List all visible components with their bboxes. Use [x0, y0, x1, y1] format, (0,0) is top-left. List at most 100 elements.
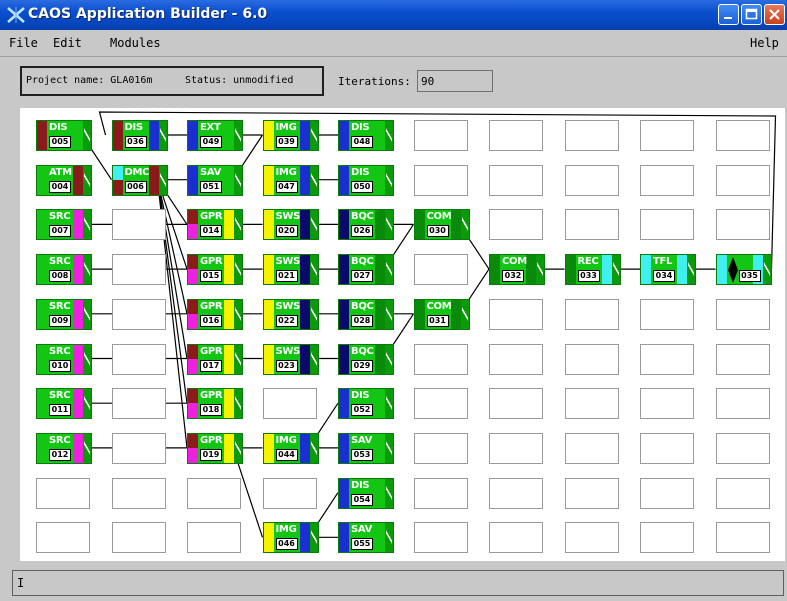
module-ext-049[interactable]: EXT 049 — [187, 120, 243, 151]
module-bqc-027[interactable]: BQC 027 — [338, 254, 394, 286]
empty-slot[interactable] — [715, 120, 770, 151]
module-sav-055[interactable]: SAV 055 — [338, 522, 394, 554]
empty-slot[interactable] — [36, 477, 90, 509]
empty-slot[interactable] — [640, 343, 694, 375]
module-bqc-029[interactable]: BQC 029 — [338, 343, 394, 375]
empty-slot[interactable] — [111, 477, 166, 509]
empty-slot[interactable] — [640, 522, 694, 554]
empty-slot[interactable] — [187, 477, 241, 509]
empty-slot[interactable] — [413, 343, 468, 375]
module-stp-035[interactable]: 035 — [715, 254, 772, 286]
empty-slot[interactable] — [111, 522, 166, 554]
module-gpr-017[interactable]: GPR 017 — [187, 343, 243, 375]
menu-modules[interactable]: Modules — [110, 36, 161, 50]
empty-slot[interactable] — [715, 343, 770, 375]
module-src-010[interactable]: SRC 010 — [36, 343, 92, 375]
empty-slot[interactable] — [413, 477, 468, 509]
module-img-046[interactable]: IMG 046 — [262, 522, 319, 554]
empty-slot[interactable] — [564, 477, 619, 509]
empty-slot[interactable] — [715, 477, 770, 509]
minimize-button[interactable] — [718, 4, 739, 25]
empty-slot[interactable] — [413, 522, 468, 554]
empty-slot[interactable] — [715, 522, 770, 554]
module-sws-020[interactable]: SWS 020 — [262, 209, 319, 241]
module-gpr-016[interactable]: GPR 016 — [187, 298, 243, 330]
module-src-007[interactable]: SRC 007 — [36, 209, 92, 241]
empty-slot[interactable] — [413, 254, 468, 286]
empty-slot[interactable] — [640, 209, 694, 241]
module-atm-004[interactable]: ATM 004 — [36, 164, 92, 196]
module-dis-054[interactable]: DIS 054 — [338, 477, 394, 509]
module-img-039[interactable]: IMG 039 — [262, 120, 319, 151]
empty-slot[interactable] — [489, 522, 543, 554]
empty-slot[interactable] — [564, 120, 619, 151]
empty-slot[interactable] — [489, 209, 543, 241]
empty-slot[interactable] — [715, 432, 770, 464]
module-src-012[interactable]: SRC 012 — [36, 432, 92, 464]
module-dis-050[interactable]: DIS 050 — [338, 164, 394, 196]
empty-slot[interactable] — [489, 388, 543, 420]
module-rec-033[interactable]: REC 033 — [564, 254, 621, 286]
empty-slot[interactable] — [640, 298, 694, 330]
module-com-031[interactable]: COM 031 — [413, 298, 470, 330]
empty-slot[interactable] — [111, 388, 166, 420]
module-dis-052[interactable]: DIS 052 — [338, 388, 394, 420]
module-sws-022[interactable]: SWS 022 — [262, 298, 319, 330]
empty-slot[interactable] — [111, 432, 166, 464]
empty-slot[interactable] — [715, 209, 770, 241]
empty-slot[interactable] — [187, 522, 241, 554]
module-dmc-006[interactable]: DMC 006 — [111, 164, 168, 196]
module-bqc-028[interactable]: BQC 028 — [338, 298, 394, 330]
empty-slot[interactable] — [489, 477, 543, 509]
module-sws-023[interactable]: SWS 023 — [262, 343, 319, 375]
module-bqc-026[interactable]: BQC 026 — [338, 209, 394, 241]
empty-slot[interactable] — [262, 477, 317, 509]
module-gpr-014[interactable]: GPR 014 — [187, 209, 243, 241]
empty-slot[interactable] — [715, 388, 770, 420]
module-sws-021[interactable]: SWS 021 — [262, 254, 319, 286]
empty-slot[interactable] — [640, 432, 694, 464]
menu-edit[interactable]: Edit — [53, 36, 82, 50]
empty-slot[interactable] — [640, 388, 694, 420]
module-src-009[interactable]: SRC 009 — [36, 298, 92, 330]
empty-slot[interactable] — [715, 164, 770, 196]
empty-slot[interactable] — [564, 298, 619, 330]
empty-slot[interactable] — [111, 298, 166, 330]
module-dis-048[interactable]: DIS 048 — [338, 120, 394, 151]
module-img-047[interactable]: IMG 047 — [262, 164, 319, 196]
empty-slot[interactable] — [489, 343, 543, 375]
module-com-030[interactable]: COM 030 — [413, 209, 470, 241]
empty-slot[interactable] — [489, 298, 543, 330]
empty-slot[interactable] — [489, 432, 543, 464]
module-sav-051[interactable]: SAV 051 — [187, 164, 243, 196]
empty-slot[interactable] — [413, 120, 468, 151]
empty-slot[interactable] — [413, 432, 468, 464]
module-sav-053[interactable]: SAV 053 — [338, 432, 394, 464]
module-dis-005[interactable]: DIS 005 — [36, 120, 92, 151]
menu-file[interactable]: File — [9, 36, 38, 50]
empty-slot[interactable] — [564, 388, 619, 420]
module-gpr-018[interactable]: GPR 018 — [187, 388, 243, 420]
module-gpr-015[interactable]: GPR 015 — [187, 254, 243, 286]
empty-slot[interactable] — [111, 209, 166, 241]
module-src-008[interactable]: SRC 008 — [36, 254, 92, 286]
title-bar[interactable]: CAOS Application Builder - 6.0 — [0, 0, 787, 30]
empty-slot[interactable] — [413, 388, 468, 420]
module-gpr-019[interactable]: GPR 019 — [187, 432, 243, 464]
empty-slot[interactable] — [640, 120, 694, 151]
module-img-044[interactable]: IMG 044 — [262, 432, 319, 464]
empty-slot[interactable] — [111, 254, 166, 286]
empty-slot[interactable] — [564, 522, 619, 554]
close-button[interactable] — [764, 4, 785, 25]
empty-slot[interactable] — [36, 522, 90, 554]
module-tfl-034[interactable]: TFL 034 — [640, 254, 696, 286]
empty-slot[interactable] — [489, 120, 543, 151]
empty-slot[interactable] — [564, 343, 619, 375]
empty-slot[interactable] — [640, 477, 694, 509]
empty-slot[interactable] — [111, 343, 166, 375]
module-com-032[interactable]: COM 032 — [489, 254, 545, 286]
module-dis-036[interactable]: DIS 036 — [111, 120, 168, 151]
empty-slot[interactable] — [489, 164, 543, 196]
empty-slot[interactable] — [640, 164, 694, 196]
module-src-011[interactable]: SRC 011 — [36, 388, 92, 420]
